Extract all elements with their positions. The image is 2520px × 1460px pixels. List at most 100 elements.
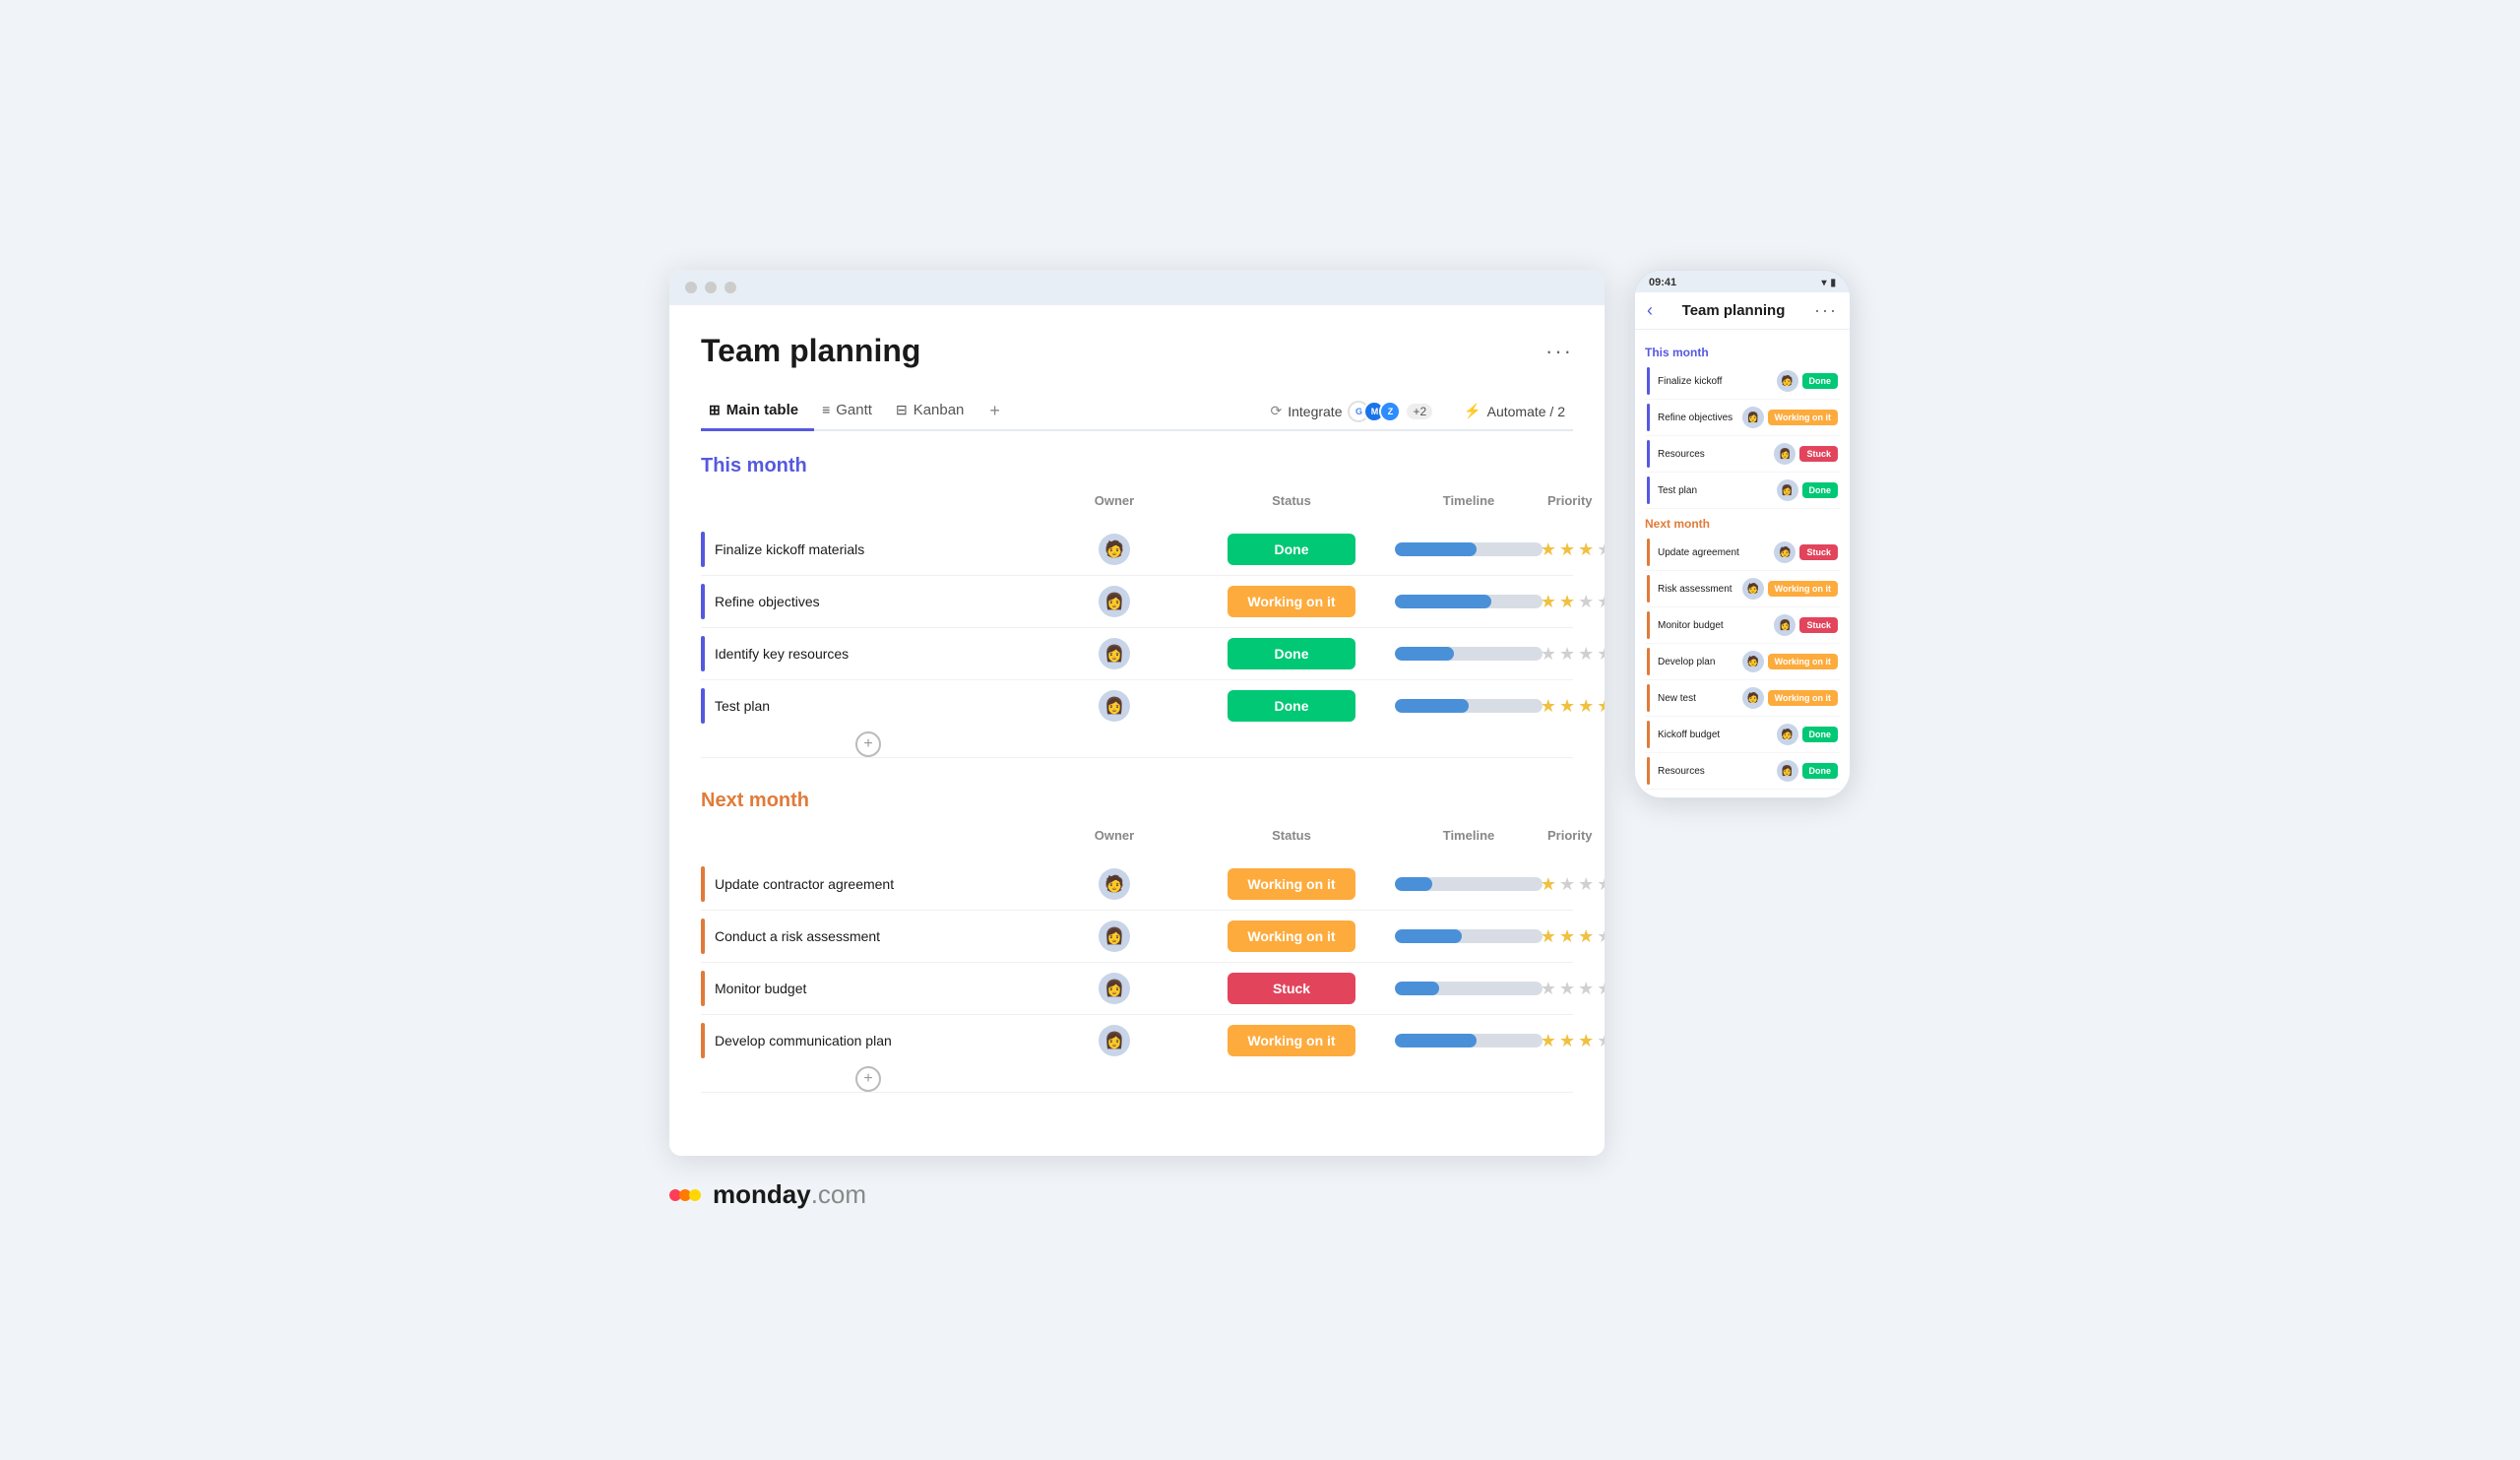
task-name: Update contractor agreement xyxy=(715,876,894,892)
star-4: ★ xyxy=(1578,696,1594,717)
star-4: ★ xyxy=(1578,979,1594,999)
status-cell[interactable]: Stuck xyxy=(1193,973,1390,1004)
timeline-bar-fill xyxy=(1395,595,1491,608)
timeline-bar-fill xyxy=(1395,1034,1477,1047)
star-3: ★ xyxy=(1559,644,1575,665)
status-badge[interactable]: Working on it xyxy=(1228,920,1355,952)
avatar: 👩 xyxy=(1099,638,1130,669)
mobile-status-badge[interactable]: Done xyxy=(1802,373,1839,389)
mobile-status-badge[interactable]: Working on it xyxy=(1768,690,1838,706)
status-cell[interactable]: Done xyxy=(1193,690,1390,722)
col-header-status-this: Status xyxy=(1193,489,1390,512)
desktop-window: Team planning ··· ⊞ Main table ≡ Gantt ⊟ xyxy=(669,270,1605,1156)
mobile-status-badge[interactable]: Stuck xyxy=(1799,446,1838,462)
mobile-avatar: 👩 xyxy=(1774,614,1796,636)
table-row: Refine objectives 👩 Working on it xyxy=(701,576,1573,628)
priority-cell: ★★★★★ xyxy=(1547,696,1587,717)
task-bar xyxy=(701,866,705,902)
star-5: ★ xyxy=(1597,874,1605,895)
status-badge[interactable]: Done xyxy=(1228,690,1355,722)
list-item: Develop plan 🧑 Working on it xyxy=(1645,644,1840,680)
status-badge[interactable]: Working on it xyxy=(1228,868,1355,900)
mobile-next-month-header: Next month xyxy=(1645,517,1840,531)
timeline-bar-fill xyxy=(1395,929,1462,943)
mobile-status-badge[interactable]: Working on it xyxy=(1768,410,1838,425)
integrate-icon: ⟳ xyxy=(1270,403,1282,419)
next-month-header: Next month xyxy=(701,790,1573,812)
star-4: ★ xyxy=(1578,540,1594,560)
tab-kanban[interactable]: ⊟ Kanban xyxy=(888,394,979,431)
mobile-avatar: 🧑 xyxy=(1742,687,1764,709)
mobile-title: Team planning xyxy=(1682,302,1786,319)
timeline-bar-bg xyxy=(1395,699,1543,713)
mobile-back-button[interactable]: ‹ xyxy=(1647,300,1653,321)
star-5: ★ xyxy=(1597,540,1605,560)
more-options-button[interactable]: ··· xyxy=(1545,339,1573,364)
star-2: ★ xyxy=(1541,979,1556,999)
status-cell[interactable]: Done xyxy=(1193,534,1390,565)
timeline-bar-bg xyxy=(1395,542,1543,556)
mobile-status-badge[interactable]: Working on it xyxy=(1768,654,1838,669)
mobile-status-badge[interactable]: Stuck xyxy=(1799,617,1838,633)
star-4: ★ xyxy=(1578,644,1594,665)
tab-add-button[interactable]: + xyxy=(979,393,1010,429)
priority-cell: ★★★★★ xyxy=(1547,1031,1587,1051)
mobile-status-badge[interactable]: Done xyxy=(1802,482,1839,498)
mobile-avatar: 🧑 xyxy=(1777,370,1798,392)
this-month-table: Owner Status Timeline Priority Finalize … xyxy=(701,489,1573,758)
mobile-task-bar xyxy=(1647,575,1650,603)
status-cell[interactable]: Working on it xyxy=(1193,1025,1390,1056)
mobile-task-bar xyxy=(1647,404,1650,431)
tabs-bar: ⊞ Main table ≡ Gantt ⊟ Kanban + ⟳ xyxy=(701,393,1573,431)
mobile-task-name: Finalize kickoff xyxy=(1654,376,1773,387)
star-4: ★ xyxy=(1578,592,1594,612)
mobile-task-name: Refine objectives xyxy=(1654,413,1738,423)
window-dot-1 xyxy=(685,282,697,293)
status-badge[interactable]: Stuck xyxy=(1228,973,1355,1004)
next-month-table: Owner Status Timeline Priority Update co… xyxy=(701,824,1573,1093)
timeline-cell xyxy=(1390,929,1547,943)
star-5: ★ xyxy=(1597,1031,1605,1051)
status-cell[interactable]: Working on it xyxy=(1193,868,1390,900)
logo-com: .com xyxy=(811,1179,866,1209)
mobile-status-bar: 09:41 ▾ ▮ xyxy=(1635,271,1850,292)
status-badge[interactable]: Done xyxy=(1228,638,1355,669)
status-badge[interactable]: Done xyxy=(1228,534,1355,565)
automate-button[interactable]: ⚡ Automate / 2 xyxy=(1456,399,1573,423)
page-title: Team planning xyxy=(701,333,920,369)
list-item: Risk assessment 🧑 Working on it xyxy=(1645,571,1840,607)
mobile-status-badge[interactable]: Done xyxy=(1802,763,1839,779)
mobile-status-badge[interactable]: Working on it xyxy=(1768,581,1838,597)
table-row: Monitor budget 👩 Stuck xyxy=(701,963,1573,1015)
mobile-task-name: Resources xyxy=(1654,766,1773,777)
mobile-task-name: New test xyxy=(1654,693,1738,704)
mobile-avatar: 👩 xyxy=(1774,443,1796,465)
task-name: Identify key resources xyxy=(715,646,849,662)
task-name: Develop communication plan xyxy=(715,1033,892,1048)
integrate-button[interactable]: ⟳ Integrate G M Z +2 xyxy=(1262,397,1440,426)
logo-text: monday.com xyxy=(713,1179,866,1210)
page-header: Team planning ··· xyxy=(701,333,1573,369)
status-cell[interactable]: Working on it xyxy=(1193,586,1390,617)
tab-gantt[interactable]: ≡ Gantt xyxy=(814,394,888,431)
add-row-button[interactable]: + xyxy=(855,731,881,757)
mobile-task-bar xyxy=(1647,476,1650,504)
col-header-timeline-next: Timeline xyxy=(1390,824,1547,847)
status-cell[interactable]: Working on it xyxy=(1193,920,1390,952)
col-header-priority-this: Priority xyxy=(1547,489,1587,512)
status-badge[interactable]: Working on it xyxy=(1228,1025,1355,1056)
add-row-button[interactable]: + xyxy=(855,1066,881,1092)
mobile-status-badge[interactable]: Stuck xyxy=(1799,544,1838,560)
list-item: Test plan 👩 Done xyxy=(1645,473,1840,509)
col-header-add-this xyxy=(701,512,1036,520)
status-cell[interactable]: Done xyxy=(1193,638,1390,669)
mobile-avatar: 🧑 xyxy=(1742,578,1764,600)
timeline-bar-bg xyxy=(1395,595,1543,608)
mobile-task-bar xyxy=(1647,721,1650,748)
mobile-status-badge[interactable]: Done xyxy=(1802,727,1839,742)
tab-main-table[interactable]: ⊞ Main table xyxy=(701,394,814,431)
mobile-more-button[interactable]: ··· xyxy=(1814,300,1838,321)
status-badge[interactable]: Working on it xyxy=(1228,586,1355,617)
timeline-bar-fill xyxy=(1395,699,1469,713)
timeline-cell xyxy=(1390,1034,1547,1047)
